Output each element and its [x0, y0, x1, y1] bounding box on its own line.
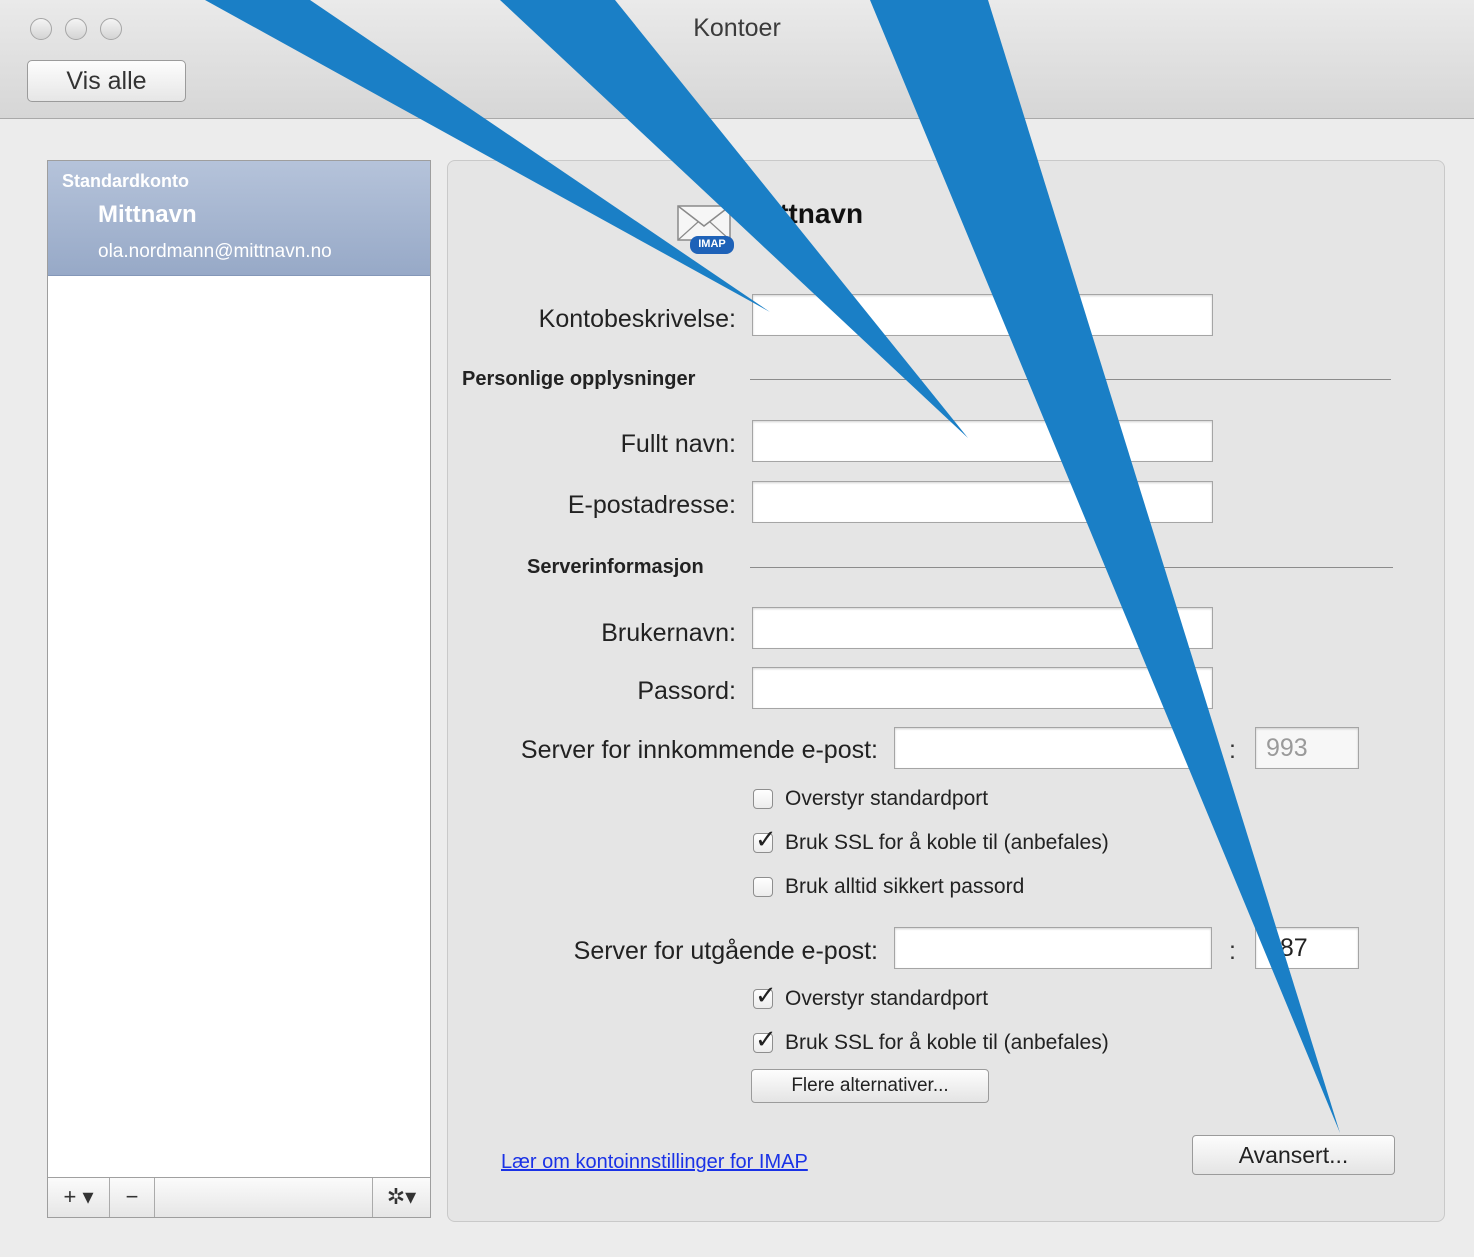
outgoing-ssl-label: Bruk SSL for å koble til (anbefales) — [785, 1031, 1109, 1054]
show-all-button[interactable]: Vis alle — [27, 60, 186, 102]
outgoing-override-port-checkbox[interactable]: ✓ — [753, 981, 777, 1011]
secure-password-checkbox[interactable] — [753, 877, 773, 897]
add-account-button[interactable]: + ▾ — [48, 1178, 110, 1217]
username-label: Brukernavn: — [601, 619, 736, 647]
full-name-label: Fullt navn: — [620, 430, 736, 458]
incoming-ssl-checkbox[interactable]: ✓ — [753, 825, 777, 855]
port-separator: : — [1229, 736, 1236, 764]
server-info-heading: Serverinformasjon — [527, 556, 704, 578]
account-heading: Mittnavn — [748, 198, 864, 229]
learn-imap-settings-link[interactable]: Lær om kontoinnstillinger for IMAP — [501, 1151, 808, 1174]
password-label: Passord: — [637, 677, 736, 705]
imap-badge: IMAP — [698, 238, 726, 250]
email-field[interactable] — [752, 481, 1213, 523]
sidebar-toolbar: + ▾ − ✲▾ — [48, 1177, 430, 1217]
full-name-field[interactable] — [752, 420, 1213, 462]
account-description-label: Kontobeskrivelse: — [538, 305, 736, 333]
password-field[interactable] — [752, 667, 1213, 709]
account-description-field[interactable] — [752, 294, 1213, 336]
account-email: ola.nordmann@mittnavn.no — [98, 241, 332, 262]
incoming-server-label: Server for innkommende e-post: — [520, 736, 878, 764]
incoming-port-field[interactable]: 993 — [1255, 727, 1359, 769]
incoming-override-port-checkbox[interactable] — [753, 789, 773, 809]
more-options-button[interactable]: Flere alternativer... — [751, 1069, 989, 1103]
outgoing-server-label: Server for utgående e-post: — [573, 937, 878, 965]
incoming-override-port-label: Overstyr standardport — [785, 787, 989, 810]
email-label: E-postadresse: — [567, 491, 736, 519]
incoming-ssl-label: Bruk SSL for å koble til (anbefales) — [785, 831, 1109, 854]
remove-account-button[interactable]: − — [110, 1178, 155, 1217]
outgoing-server-field[interactable] — [894, 927, 1212, 969]
section-divider — [750, 567, 1393, 568]
account-name: Mittnavn — [98, 201, 197, 228]
advanced-button[interactable]: Avansert... — [1192, 1135, 1395, 1175]
personal-info-heading: Personlige opplysninger — [462, 368, 696, 390]
outgoing-port-field[interactable]: 587 — [1255, 927, 1359, 969]
secure-password-label: Bruk alltid sikkert passord — [785, 875, 1025, 898]
checkmark-icon: ✓ — [755, 825, 777, 855]
gear-menu-icon[interactable]: ✲▾ — [372, 1178, 430, 1217]
window-titlebar: Kontoer Vis alle — [0, 0, 1474, 119]
checkmark-icon: ✓ — [755, 1025, 777, 1055]
port-separator: : — [1229, 937, 1236, 965]
checkmark-icon: ✓ — [755, 981, 777, 1011]
account-list-item[interactable]: Standardkonto Mittnavn ola.nordmann@mitt… — [48, 161, 430, 276]
outgoing-ssl-checkbox[interactable]: ✓ — [753, 1025, 777, 1055]
imap-mail-icon: IMAP — [676, 202, 736, 258]
accounts-sidebar: Standardkonto Mittnavn ola.nordmann@mitt… — [47, 160, 431, 1218]
window-title: Kontoer — [693, 14, 781, 42]
incoming-server-field[interactable] — [894, 727, 1212, 769]
section-divider — [750, 379, 1391, 380]
account-group-label: Standardkonto — [62, 171, 190, 191]
outgoing-override-port-label: Overstyr standardport — [785, 987, 989, 1010]
username-field[interactable] — [752, 607, 1213, 649]
